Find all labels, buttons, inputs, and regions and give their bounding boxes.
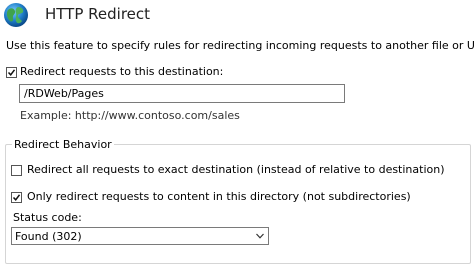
- checkmark-icon: [7, 69, 16, 76]
- status-code-value: Found (302): [15, 230, 82, 243]
- only-this-directory-label[interactable]: Only redirect requests to content in thi…: [27, 190, 411, 203]
- feature-description: Use this feature to specify rules for re…: [6, 39, 474, 52]
- checkmark-icon: [12, 194, 21, 201]
- chevron-down-icon: [256, 233, 264, 239]
- page-title: HTTP Redirect: [45, 5, 151, 23]
- status-code-select[interactable]: Found (302): [11, 227, 269, 245]
- exact-destination-checkbox[interactable]: [11, 165, 22, 176]
- redirect-enabled-label[interactable]: Redirect requests to this destination:: [20, 65, 223, 78]
- redirect-behavior-title: Redirect Behavior: [12, 138, 114, 151]
- exact-destination-label[interactable]: Redirect all requests to exact destinati…: [27, 163, 445, 176]
- redirect-enabled-checkbox[interactable]: [6, 67, 17, 78]
- globe-icon: [3, 2, 29, 28]
- page-header: HTTP Redirect: [0, 0, 474, 32]
- destination-example: Example: http://www.contoso.com/sales: [20, 109, 240, 122]
- redirect-behavior-group: [5, 144, 471, 264]
- destination-input[interactable]: [19, 84, 345, 103]
- status-code-label: Status code:: [13, 211, 82, 224]
- only-this-directory-checkbox[interactable]: [11, 192, 22, 203]
